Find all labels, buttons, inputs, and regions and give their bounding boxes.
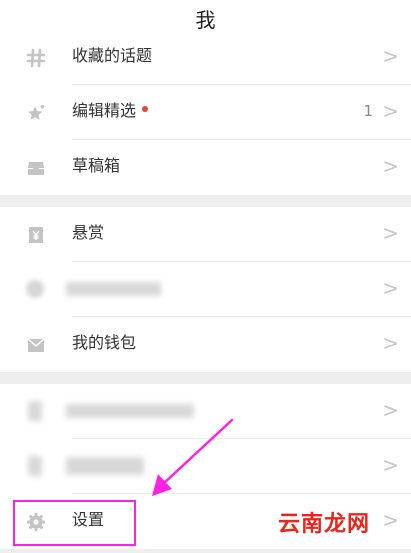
- watermark-logo: 云南龙网: [278, 512, 371, 537]
- pointer-arrow-icon: [152, 418, 234, 496]
